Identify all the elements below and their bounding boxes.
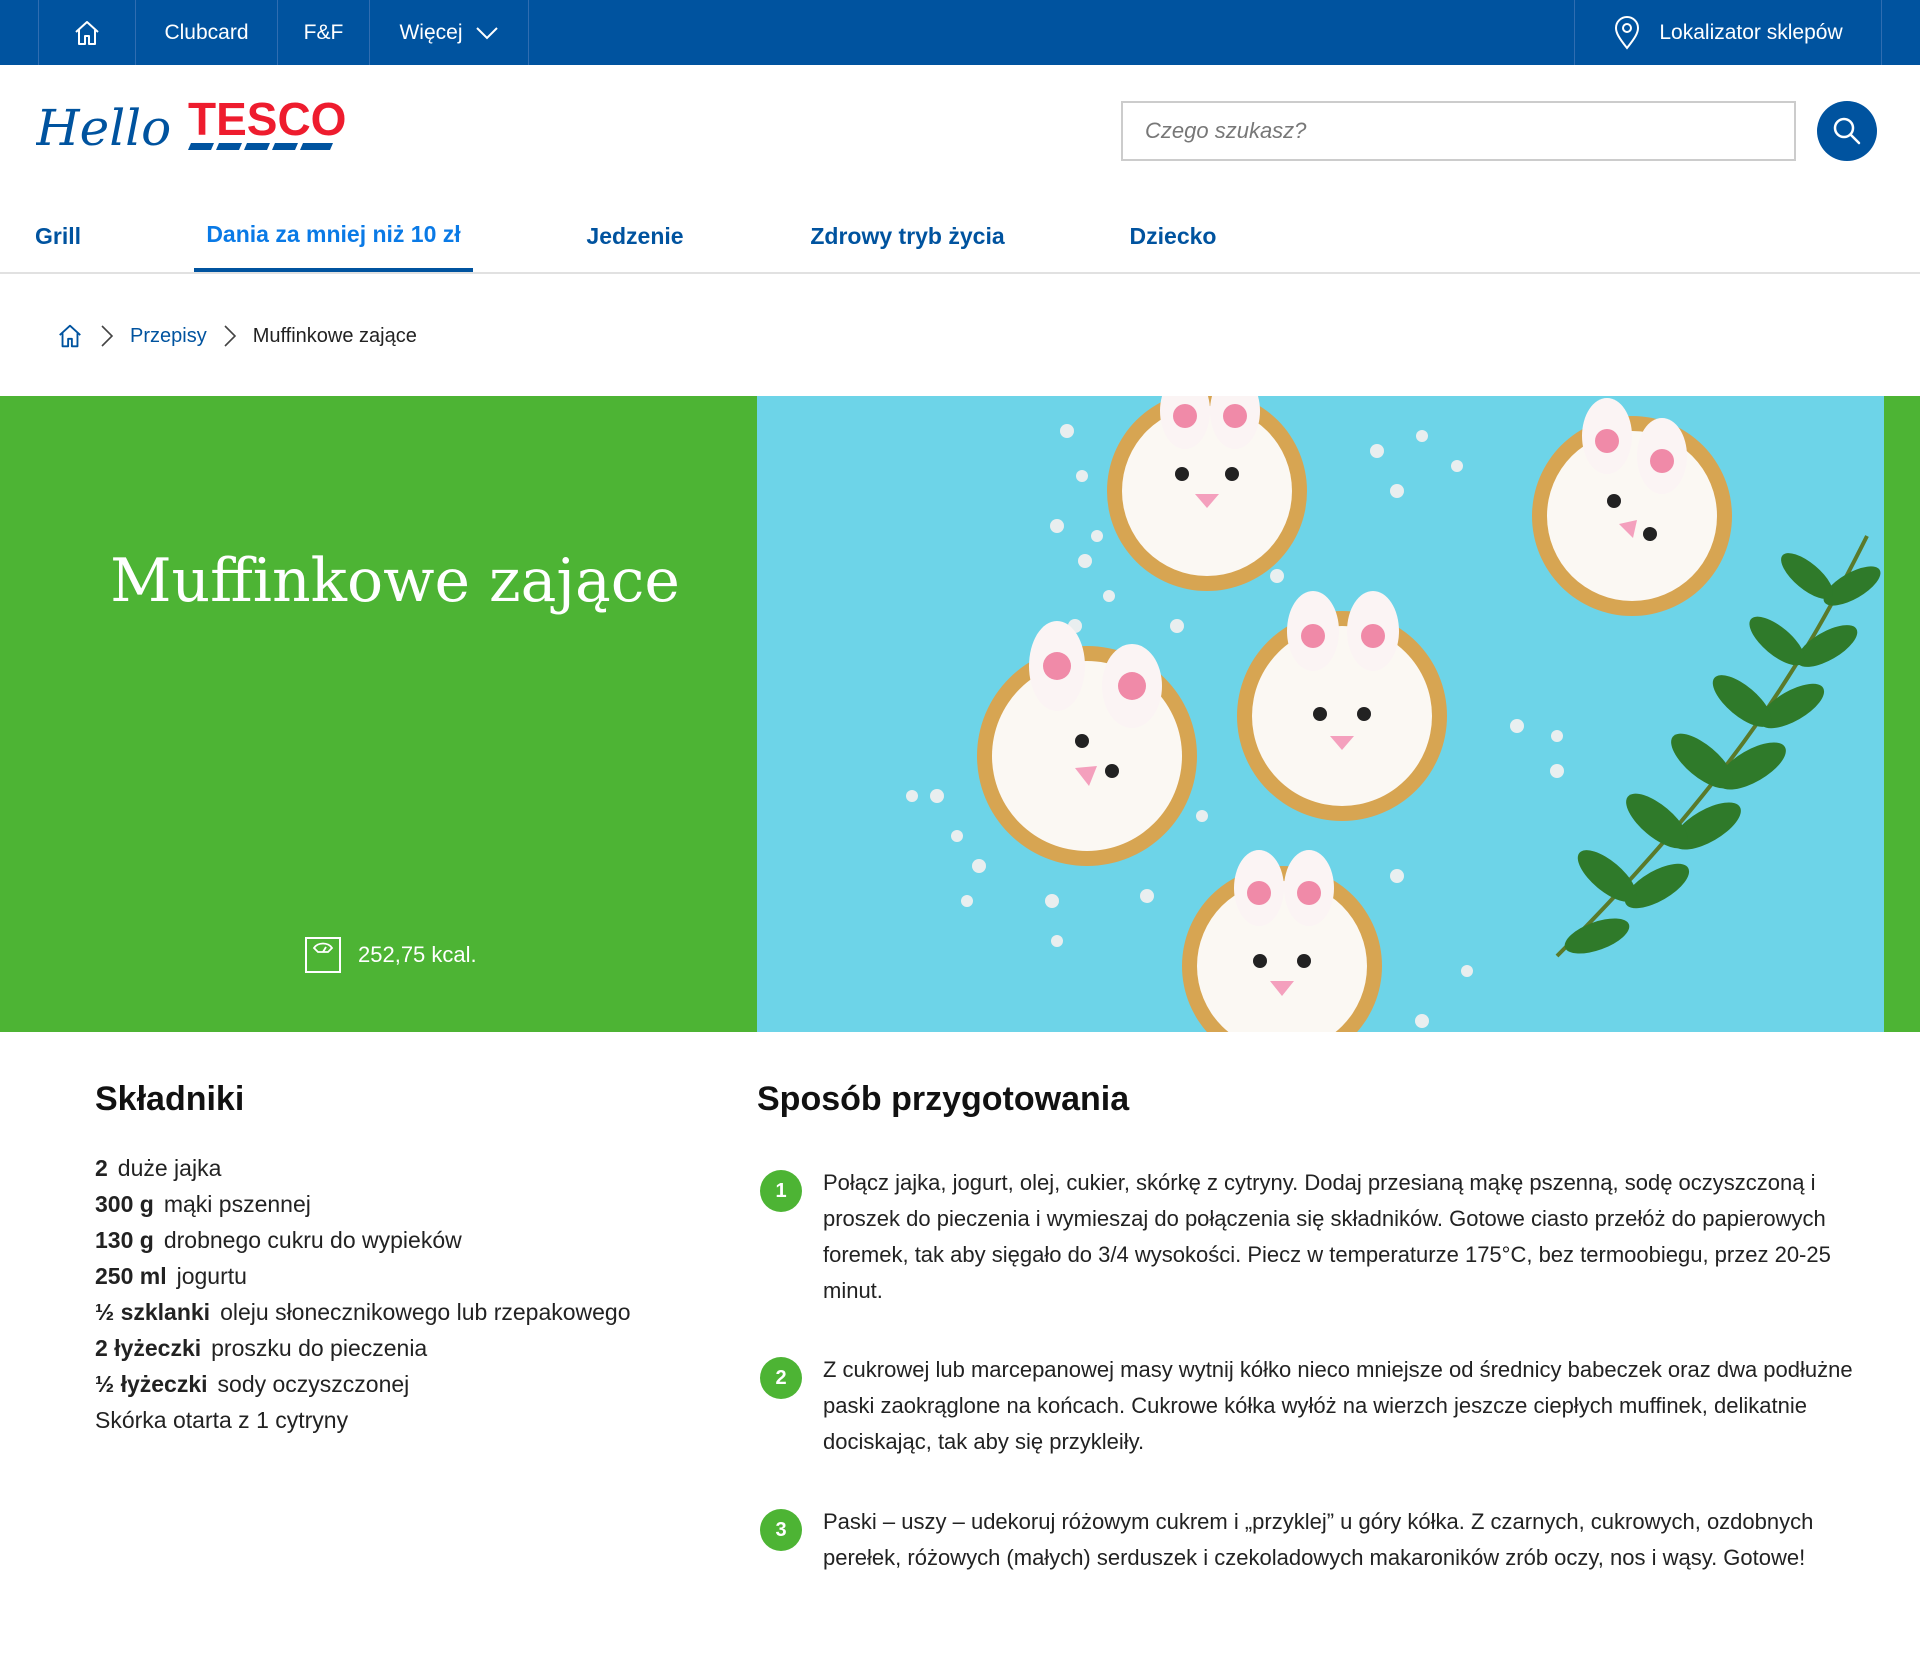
ingredient-qty: 130 g (95, 1227, 154, 1253)
home-button[interactable] (38, 0, 136, 65)
ingredient-qty: 300 g (95, 1191, 154, 1217)
step-text: Paski – uszy – udekoruj różowym cukrem i… (823, 1509, 1814, 1570)
category-label: Jedzenie (586, 222, 684, 249)
search-icon (1833, 117, 1861, 145)
calories-value: 252,75 kcal. (358, 942, 477, 967)
category-label: Dania za mniej niż 10 zł (206, 220, 461, 247)
ingredient-item: 2 łyżeczki proszku do pieczenia (95, 1330, 631, 1366)
ff-link[interactable]: F&F (278, 0, 370, 65)
ingredient-name: oleju słonecznikowego lub rzepakowego (220, 1299, 631, 1325)
breadcrumb-recipes-link[interactable]: Przepisy (130, 325, 207, 348)
ingredients-list: 2 duże jajka 300 g mąki pszennej 130 g drob… (95, 1150, 631, 1438)
ingredient-item: ½ łyżeczki sody oczyszczonej (95, 1366, 631, 1402)
category-label: Zdrowy tryb życia (810, 222, 1005, 249)
logo-stripes (188, 143, 333, 150)
more-label: Więcej (399, 20, 463, 44)
category-jedzenie[interactable]: Jedzenie (570, 200, 700, 272)
more-menu-button[interactable]: Więcej (370, 0, 529, 65)
ingredient-item: 250 ml jogurtu (95, 1258, 631, 1294)
ingredient-item: ½ szklanki oleju słonecznikowego lub rzep… (95, 1294, 631, 1330)
chevron-down-icon (475, 26, 498, 39)
logo-brand-text: TESCO (188, 93, 346, 145)
category-label: Grill (34, 222, 81, 249)
calories-info: 252,75 kcal. (304, 936, 477, 974)
category-dania-active[interactable]: Dania za mniej niż 10 zł (194, 200, 473, 272)
ingredient-name: drobnego cukru do wypieków (163, 1227, 462, 1253)
breadcrumb-home-icon[interactable] (56, 322, 84, 350)
category-dziecko[interactable]: Dziecko (1120, 200, 1226, 272)
step-text: Z cukrowej lub marcepanowej masy wytnij … (823, 1357, 1853, 1454)
ingredient-name: mąki pszennej (163, 1191, 311, 1217)
ingredient-qty: ½ szklanki (95, 1299, 211, 1325)
breadcrumb-current: Muffinkowe zające (252, 324, 417, 347)
recipe-title: Muffinkowe zające (110, 546, 680, 616)
breadcrumb: Przepisy Muffinkowe zające (56, 316, 417, 356)
location-pin-icon (1615, 15, 1640, 50)
recipe-hero: Muffinkowe zające 252,75 kcal. (0, 396, 1920, 1032)
step-text: Połącz jajka, jogurt, olej, cukier, skór… (823, 1170, 1831, 1303)
step-number-badge: 2 (760, 1357, 802, 1399)
ingredient-item: 130 g drobnego cukru do wypieków (95, 1222, 631, 1258)
category-nav: Grill Dania za mniej niż 10 zł Jedzenie … (0, 200, 1920, 274)
home-icon (75, 20, 99, 45)
ingredient-name: jogurtu (176, 1263, 247, 1289)
category-label: Dziecko (1129, 222, 1217, 249)
store-locator-label: Lokalizator sklepów (1659, 20, 1843, 44)
top-utility-bar: Clubcard F&F Więcej Lokalizator sklepów (0, 0, 1920, 65)
clubcard-link[interactable]: Clubcard (136, 0, 278, 65)
ingredient-name: sody oczyszczonej (217, 1371, 410, 1397)
ingredient-name: proszku do pieczenia (211, 1335, 428, 1361)
tesco-logo[interactable]: Hello TESCO (35, 93, 366, 163)
search-input[interactable] (1121, 101, 1796, 161)
step-number-badge: 1 (760, 1170, 802, 1212)
ingredient-qty: ½ łyżeczki (95, 1371, 208, 1397)
ingredient-item: Skórka otarta z 1 cytryny (95, 1402, 631, 1438)
ingredient-qty: 250 ml (95, 1263, 167, 1289)
ingredient-name: Skórka otarta z 1 cytryny (95, 1407, 349, 1433)
store-locator-link[interactable]: Lokalizator sklepów (1574, 0, 1882, 65)
recipe-photo (757, 396, 1884, 1032)
category-grill[interactable]: Grill (22, 200, 94, 272)
ingredients-title: Składniki (95, 1080, 245, 1118)
ingredient-item: 300 g mąki pszennej (95, 1186, 631, 1222)
method-title: Sposób przygotowania (757, 1080, 1130, 1118)
chevron-right-icon (224, 325, 236, 347)
search-button[interactable] (1817, 101, 1877, 161)
ingredient-name: duże jajka (117, 1155, 222, 1181)
chevron-right-icon (101, 325, 114, 347)
ingredient-qty: 2 (95, 1155, 108, 1181)
ingredient-item: 2 duże jajka (95, 1150, 631, 1186)
category-zdrowy[interactable]: Zdrowy tryb życia (800, 200, 1015, 272)
step-number-badge: 3 (760, 1509, 802, 1551)
scale-icon (305, 937, 341, 973)
ingredient-qty: 2 łyżeczki (95, 1335, 202, 1361)
logo-hello-text: Hello (36, 99, 171, 157)
